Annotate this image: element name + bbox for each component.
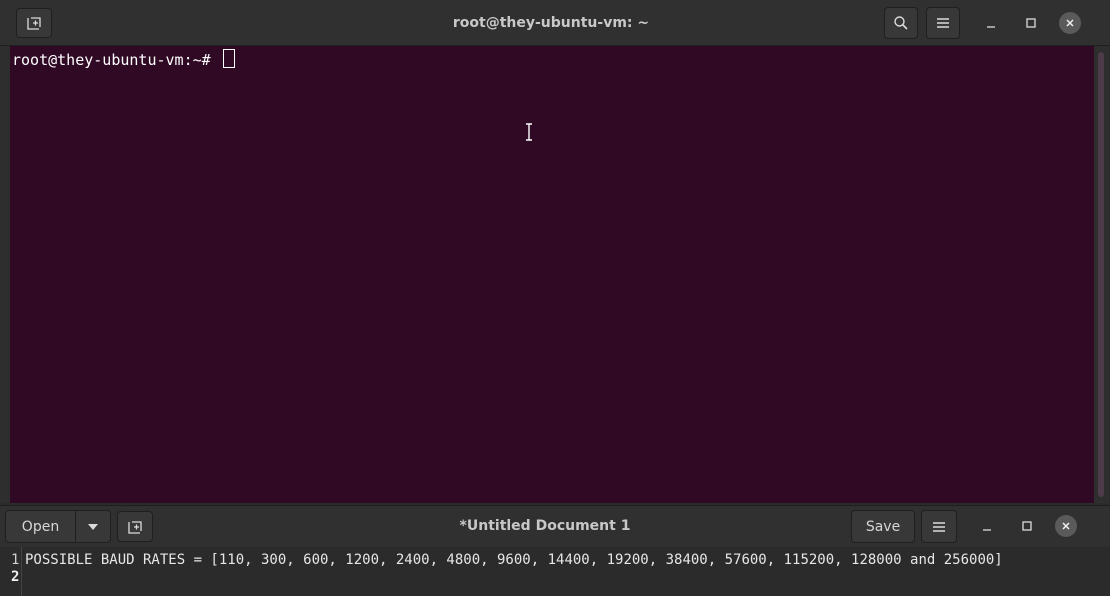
menu-button[interactable]	[926, 7, 960, 39]
terminal-title: root@they-ubuntu-vm: ~	[452, 15, 650, 31]
editor-header-bar: Open *Untitled Document 1 Save	[0, 505, 1110, 547]
new-document-icon	[128, 520, 142, 534]
new-tab-icon	[27, 17, 41, 30]
terminal-header-bar: root@they-ubuntu-vm: ~	[0, 0, 1110, 46]
new-tab-button[interactable]	[16, 8, 52, 38]
close-icon	[1062, 522, 1070, 530]
editor-menu-button[interactable]	[921, 510, 957, 543]
minimize-button[interactable]	[980, 12, 1002, 34]
search-icon	[894, 16, 908, 30]
text-ibeam-cursor-icon	[526, 123, 532, 141]
editor-maximize-button[interactable]	[1016, 515, 1038, 537]
editor-text-line[interactable]: POSSIBLE BAUD RATES = [110, 300, 600, 12…	[25, 552, 1003, 568]
hamburger-menu-icon	[933, 521, 945, 532]
editor-close-button[interactable]	[1055, 515, 1077, 537]
terminal-prompt: root@they-ubuntu-vm:~#	[12, 51, 220, 69]
open-button[interactable]: Open	[6, 511, 76, 542]
terminal-prompt-line: root@they-ubuntu-vm:~#	[12, 49, 235, 69]
close-icon	[1066, 19, 1074, 27]
editor-title: *Untitled Document 1	[459, 518, 631, 534]
minimize-icon	[983, 529, 991, 531]
terminal-scrollbar[interactable]	[1094, 46, 1110, 503]
terminal-output-area[interactable]: root@they-ubuntu-vm:~#	[0, 46, 1094, 503]
editor-text-area[interactable]: 1 2 POSSIBLE BAUD RATES = [110, 300, 600…	[0, 547, 1110, 596]
editor-minimize-button[interactable]	[976, 515, 998, 537]
maximize-icon	[1026, 18, 1036, 28]
maximize-icon	[1022, 521, 1032, 531]
line-number-current: 2	[11, 569, 20, 585]
line-number: 1	[11, 552, 20, 568]
search-button[interactable]	[884, 7, 918, 39]
save-button-label: Save	[865, 518, 901, 535]
hamburger-menu-icon	[937, 18, 949, 28]
chevron-down-icon	[88, 523, 98, 530]
open-recent-dropdown-button[interactable]	[76, 511, 110, 542]
terminal-cursor	[222, 49, 235, 68]
minimize-icon	[987, 26, 995, 28]
open-button-label: Open	[21, 518, 60, 535]
save-button[interactable]: Save	[851, 510, 915, 543]
maximize-button[interactable]	[1020, 12, 1042, 34]
terminal-scrollbar-thumb[interactable]	[1098, 52, 1104, 497]
new-document-button[interactable]	[117, 511, 153, 542]
open-button-group: Open	[5, 510, 111, 543]
close-button[interactable]	[1059, 12, 1081, 34]
